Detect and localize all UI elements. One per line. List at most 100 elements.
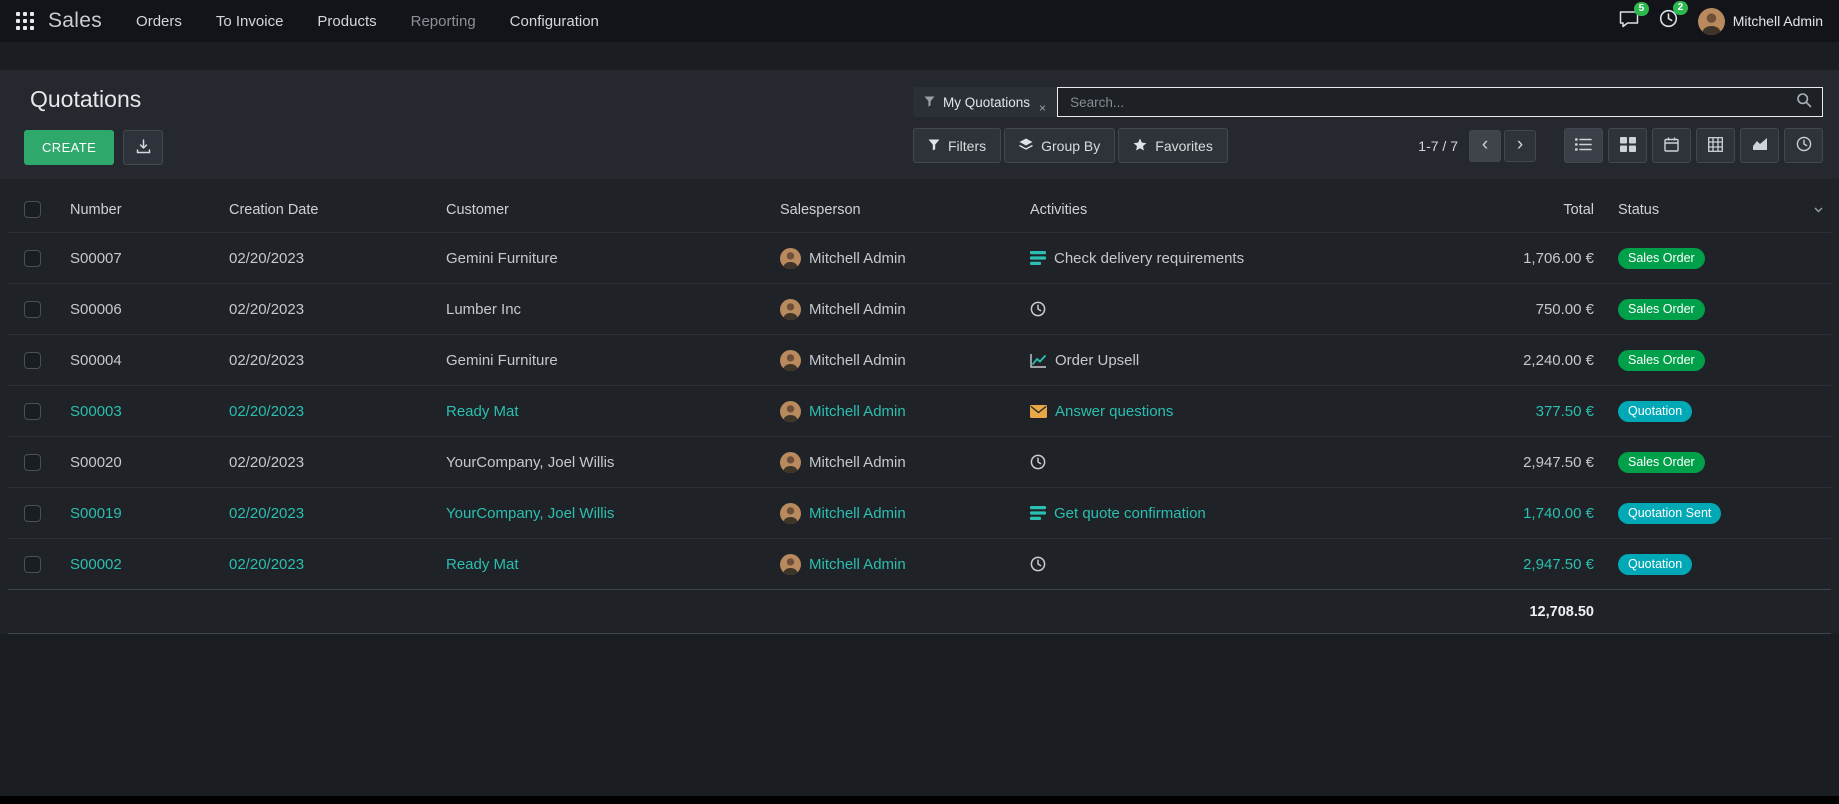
control-panel-left: Quotations CREATE bbox=[24, 84, 163, 165]
tasks-icon bbox=[1030, 506, 1046, 520]
column-header-creation-date[interactable]: Creation Date bbox=[221, 185, 438, 233]
activities-button[interactable]: 2 bbox=[1659, 9, 1678, 33]
kanban-view-icon bbox=[1620, 137, 1636, 155]
apps-menu-icon[interactable] bbox=[16, 12, 34, 30]
table-row[interactable]: S00007 02/20/2023 Gemini Furniture Mitch… bbox=[8, 233, 1831, 284]
group-by-button[interactable]: Group By bbox=[1004, 128, 1115, 163]
salesperson-name: Mitchell Admin bbox=[809, 454, 906, 471]
view-pivot-button[interactable] bbox=[1696, 128, 1735, 163]
search-bar: My Quotations × bbox=[913, 87, 1823, 117]
search-facet[interactable]: My Quotations × bbox=[913, 87, 1057, 117]
activity-cell[interactable] bbox=[1022, 539, 1414, 590]
row-checkbox[interactable] bbox=[24, 250, 41, 267]
menu-item-orders[interactable]: Orders bbox=[136, 13, 182, 30]
view-calendar-button[interactable] bbox=[1652, 128, 1691, 163]
search-icon[interactable] bbox=[1796, 92, 1812, 113]
total-sum: 12,708.50 bbox=[1414, 590, 1610, 634]
row-checkbox[interactable] bbox=[24, 403, 41, 420]
user-menu[interactable]: Mitchell Admin bbox=[1698, 8, 1823, 35]
messages-button[interactable]: 5 bbox=[1619, 10, 1639, 33]
download-icon bbox=[136, 139, 151, 157]
column-header-status[interactable]: Status bbox=[1610, 185, 1805, 233]
view-switcher bbox=[1564, 128, 1823, 163]
table-row[interactable]: S00003 02/20/2023 Ready Mat Mitchell Adm… bbox=[8, 386, 1831, 437]
table-row[interactable]: S00004 02/20/2023 Gemini Furniture Mitch… bbox=[8, 335, 1831, 386]
view-activity-button[interactable] bbox=[1784, 128, 1823, 163]
table-body: S00007 02/20/2023 Gemini Furniture Mitch… bbox=[8, 233, 1831, 590]
amount-total: 2,947.50 € bbox=[1414, 437, 1610, 488]
table-row[interactable]: S00020 02/20/2023 YourCompany, Joel Will… bbox=[8, 437, 1831, 488]
salesperson-cell: Mitchell Admin bbox=[772, 539, 1022, 590]
table-row[interactable]: S00002 02/20/2023 Ready Mat Mitchell Adm… bbox=[8, 539, 1831, 590]
export-button[interactable] bbox=[123, 130, 163, 165]
remove-facet-icon[interactable]: × bbox=[1039, 102, 1046, 117]
row-checkbox[interactable] bbox=[24, 556, 41, 573]
menu-item-reporting[interactable]: Reporting bbox=[411, 13, 476, 30]
amount-total: 1,740.00 € bbox=[1414, 488, 1610, 539]
top-navbar: Sales Orders To Invoice Products Reporti… bbox=[0, 0, 1839, 42]
activity-cell[interactable] bbox=[1022, 437, 1414, 488]
amount-total: 1,706.00 € bbox=[1414, 233, 1610, 284]
table-row[interactable]: S00006 02/20/2023 Lumber Inc Mitchell Ad… bbox=[8, 284, 1831, 335]
main-menu: Orders To Invoice Products Reporting Con… bbox=[136, 13, 599, 30]
creation-date: 02/20/2023 bbox=[221, 284, 438, 335]
salesperson-avatar bbox=[780, 554, 801, 575]
column-header-number[interactable]: Number bbox=[62, 185, 221, 233]
activity-label: Check delivery requirements bbox=[1054, 250, 1244, 267]
salesperson-name: Mitchell Admin bbox=[809, 301, 906, 318]
filters-button[interactable]: Filters bbox=[913, 128, 1001, 163]
customer-name: Ready Mat bbox=[438, 386, 772, 437]
filter-icon bbox=[924, 95, 935, 110]
list-view: Number Creation Date Customer Salesperso… bbox=[0, 179, 1839, 634]
user-avatar bbox=[1698, 8, 1725, 35]
search-input[interactable] bbox=[1068, 94, 1796, 111]
menu-item-products[interactable]: Products bbox=[317, 13, 376, 30]
order-number: S00002 bbox=[62, 539, 221, 590]
activity-cell[interactable]: Get quote confirmation bbox=[1022, 488, 1414, 539]
order-number: S00006 bbox=[62, 284, 221, 335]
controls-row: Filters Group By Favorites bbox=[913, 128, 1823, 163]
optional-columns-toggle[interactable] bbox=[1813, 207, 1823, 213]
select-all-checkbox[interactable] bbox=[24, 201, 41, 218]
salesperson-cell: Mitchell Admin bbox=[772, 233, 1022, 284]
activity-cell[interactable]: Answer questions bbox=[1022, 386, 1414, 437]
graph-view-icon bbox=[1752, 137, 1768, 154]
table-row[interactable]: S00019 02/20/2023 YourCompany, Joel Will… bbox=[8, 488, 1831, 539]
salesperson-name: Mitchell Admin bbox=[809, 352, 906, 369]
activity-label: Order Upsell bbox=[1055, 352, 1139, 369]
search-input-wrap bbox=[1057, 87, 1823, 117]
row-checkbox[interactable] bbox=[24, 352, 41, 369]
star-icon bbox=[1133, 138, 1147, 154]
favorites-button[interactable]: Favorites bbox=[1118, 128, 1228, 163]
messages-badge: 5 bbox=[1634, 2, 1649, 16]
row-checkbox[interactable] bbox=[24, 505, 41, 522]
column-header-salesperson[interactable]: Salesperson bbox=[772, 185, 1022, 233]
salesperson-avatar bbox=[780, 503, 801, 524]
creation-date: 02/20/2023 bbox=[221, 539, 438, 590]
amount-total: 2,240.00 € bbox=[1414, 335, 1610, 386]
amount-total: 2,947.50 € bbox=[1414, 539, 1610, 590]
activity-cell[interactable] bbox=[1022, 284, 1414, 335]
status-badge: Quotation bbox=[1618, 401, 1692, 422]
app-name[interactable]: Sales bbox=[48, 9, 102, 33]
menu-item-configuration[interactable]: Configuration bbox=[510, 13, 599, 30]
view-list-button[interactable] bbox=[1564, 128, 1603, 163]
activity-view-icon bbox=[1796, 136, 1812, 155]
column-header-total[interactable]: Total bbox=[1414, 185, 1610, 233]
view-kanban-button[interactable] bbox=[1608, 128, 1647, 163]
row-checkbox[interactable] bbox=[24, 301, 41, 318]
view-graph-button[interactable] bbox=[1740, 128, 1779, 163]
row-checkbox[interactable] bbox=[24, 454, 41, 471]
screen-bottom-edge bbox=[0, 796, 1839, 804]
pager-next-button[interactable]: › bbox=[1504, 130, 1536, 162]
activity-label: Get quote confirmation bbox=[1054, 505, 1206, 522]
activity-label: Answer questions bbox=[1055, 403, 1173, 420]
activity-cell[interactable]: Check delivery requirements bbox=[1022, 233, 1414, 284]
create-button[interactable]: CREATE bbox=[24, 130, 114, 165]
activity-cell[interactable]: Order Upsell bbox=[1022, 335, 1414, 386]
pager-previous-button[interactable]: ‹ bbox=[1469, 130, 1501, 162]
column-header-activities[interactable]: Activities bbox=[1022, 185, 1414, 233]
menu-item-to-invoice[interactable]: To Invoice bbox=[216, 13, 284, 30]
chart-icon bbox=[1030, 353, 1047, 368]
column-header-customer[interactable]: Customer bbox=[438, 185, 772, 233]
